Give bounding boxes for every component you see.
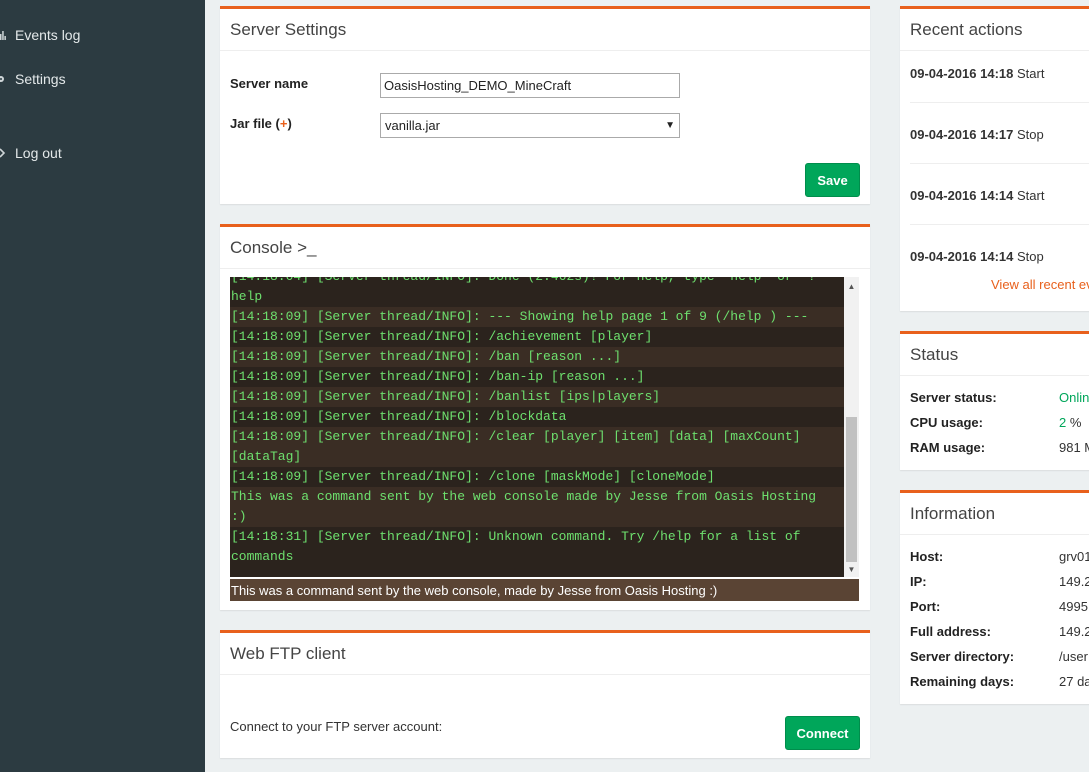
console-line: commands: [231, 549, 294, 564]
server-name-input[interactable]: [380, 73, 680, 98]
console-line: [dataTag]: [230, 447, 844, 467]
save-button[interactable]: Save: [805, 163, 860, 197]
console-line: [14:18:04] [Server thread/INFO]: Done (2…: [230, 277, 844, 287]
console-line: help: [231, 289, 263, 304]
console-line: This was a command sent by the web conso…: [230, 487, 844, 507]
info-value-host: grv01: [1059, 549, 1089, 564]
divider: [910, 102, 1089, 103]
scroll-up-icon[interactable]: ▲: [844, 279, 859, 293]
ram-usage-label: RAM usage:: [910, 440, 986, 455]
console-line: [14:18:09] [Server thread/INFO]: /blockd…: [231, 409, 567, 424]
info-value-port: 4995: [1059, 599, 1088, 614]
chevron-right-icon: [0, 148, 15, 158]
info-label-full-address: Full address:: [910, 624, 991, 639]
recent-action-item: 09-04-2016 14:14 Start: [910, 188, 1044, 203]
console-line: [14:18:09] [Server thread/INFO]: /ban [r…: [230, 347, 844, 367]
sidebar-item-events-log[interactable]: Events log: [0, 20, 80, 50]
action-time: 09-04-2016 14:14: [910, 249, 1014, 264]
divider: [910, 224, 1089, 225]
console-line: [14:18:09] [Server thread/INFO]: /achiev…: [231, 329, 653, 344]
divider: [910, 163, 1089, 164]
scroll-down-icon[interactable]: ▼: [844, 562, 859, 576]
panel-title: Information: [900, 493, 1089, 535]
info-value-ip: 149.2: [1059, 574, 1089, 589]
panel-title: Console >_: [220, 227, 870, 269]
sidebar-item-label: Events log: [15, 27, 81, 43]
action-type: Start: [1016, 188, 1045, 203]
cpu-usage-label: CPU usage:: [910, 415, 983, 430]
dropdown-arrow-icon: ▼: [665, 120, 675, 131]
sidebar-item-label: Log out: [15, 145, 62, 161]
console-line: [14:18:31] [Server thread/INFO]: Unknown…: [231, 529, 801, 544]
console-output[interactable]: [14:18:04] [Server thread/INFO]: Done (2…: [230, 277, 859, 577]
jar-file-select[interactable]: vanilla.jar ▼: [380, 113, 680, 138]
action-type: Stop: [1016, 249, 1044, 264]
connect-button[interactable]: Connect: [785, 716, 860, 750]
ftp-panel: Web FTP client Connect to your FTP serve…: [220, 630, 870, 758]
ftp-description: Connect to your FTP server account:: [230, 719, 443, 734]
info-label-ip: IP:: [910, 574, 927, 589]
info-label-host: Host:: [910, 549, 944, 564]
action-time: 09-04-2016 14:18: [910, 66, 1014, 81]
console-lines: [14:18:04] [Server thread/INFO]: Done (2…: [230, 277, 844, 567]
console-command-input[interactable]: This was a command sent by the web conso…: [230, 579, 859, 601]
panel-title: Recent actions: [900, 9, 1089, 51]
server-status-label: Server status:: [910, 390, 997, 405]
panel-title: Web FTP client: [220, 633, 870, 675]
info-label-remaining-days: Remaining days:: [910, 674, 1015, 689]
cpu-unit: %: [1066, 415, 1082, 430]
sidebar-item-settings[interactable]: Settings: [0, 64, 66, 94]
action-type: Start: [1016, 66, 1045, 81]
info-value-server-directory: /user: [1059, 649, 1088, 664]
server-settings-panel: Server Settings Server name Jar file (+)…: [220, 6, 870, 204]
recent-action-item: 09-04-2016 14:18 Start: [910, 66, 1044, 81]
action-time: 09-04-2016 14:14: [910, 188, 1014, 203]
console-line: :): [230, 507, 844, 527]
info-value-remaining-days: 27 da: [1059, 674, 1089, 689]
info-label-port: Port:: [910, 599, 941, 614]
cpu-usage-value: 2 %: [1059, 415, 1081, 430]
sidebar-item-label: Settings: [15, 71, 66, 87]
sidebar-item-log-out[interactable]: Log out: [0, 138, 62, 168]
status-panel: Status Server status: Onlin CPU usage: 2…: [900, 331, 1089, 470]
sidebar: Events log Settings Log out: [0, 0, 205, 772]
recent-actions-panel: Recent actions 09-04-2016 14:18 Start 09…: [900, 6, 1089, 311]
recent-action-item: 09-04-2016 14:17 Stop: [910, 127, 1044, 142]
action-type: Stop: [1016, 127, 1044, 142]
console-panel: Console >_ [14:18:04] [Server thread/INF…: [220, 224, 870, 610]
ram-usage-value: 981 M: [1059, 440, 1089, 455]
panel-title: Server Settings: [220, 9, 870, 51]
bar-chart-icon: [0, 30, 15, 40]
view-all-link[interactable]: View all recent ev: [991, 277, 1089, 292]
console-line: [14:18:09] [Server thread/INFO]: --- Sho…: [230, 307, 844, 327]
console-scrollbar[interactable]: ▲ ▼: [844, 277, 859, 577]
scroll-thumb[interactable]: [846, 417, 857, 562]
console-line: [14:18:09] [Server thread/INFO]: /clear …: [230, 427, 844, 447]
console-line: [14:18:09] [Server thread/INFO]: /banlis…: [230, 387, 844, 407]
jar-label-text: Jar file (: [230, 116, 280, 131]
gear-icon: [0, 74, 15, 84]
panel-title: Status: [900, 334, 1089, 376]
jar-file-label: Jar file (+): [230, 116, 292, 131]
console-line: [14:18:09] [Server thread/INFO]: /clone …: [231, 469, 715, 484]
server-name-label: Server name: [230, 76, 309, 91]
action-time: 09-04-2016 14:17: [910, 127, 1014, 142]
information-panel: Information Host: grv01 IP: 149.2 Port: …: [900, 490, 1089, 704]
info-value-full-address: 149.2: [1059, 624, 1089, 639]
server-status-value: Onlin: [1059, 390, 1089, 405]
console-line: [14:18:09] [Server thread/INFO]: /ban-ip…: [231, 369, 645, 384]
jar-file-value: vanilla.jar: [385, 118, 440, 133]
recent-action-item: 09-04-2016 14:14 Stop: [910, 249, 1044, 264]
info-label-server-directory: Server directory:: [910, 649, 1015, 664]
jar-label-end: ): [287, 116, 292, 131]
